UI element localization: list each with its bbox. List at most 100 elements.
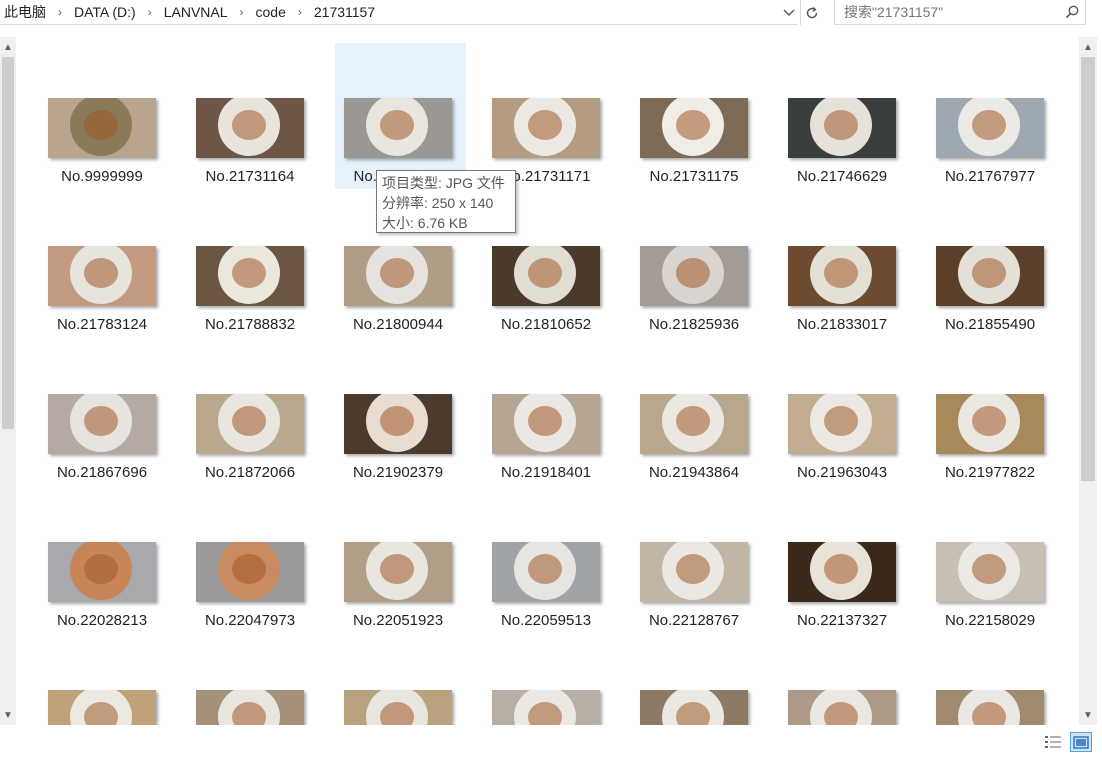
file-item[interactable]: No.22158029 xyxy=(936,542,1046,629)
address-history-dropdown[interactable] xyxy=(779,0,799,25)
file-item[interactable]: No.22137327 xyxy=(788,542,898,629)
file-name-label: No.22028213 xyxy=(56,612,148,629)
file-item[interactable]: No.22051923 xyxy=(344,542,454,629)
image-thumbnail[interactable] xyxy=(344,690,452,725)
image-thumbnail[interactable] xyxy=(640,246,748,306)
image-thumbnail[interactable] xyxy=(640,690,748,725)
image-thumbnail[interactable] xyxy=(48,690,156,725)
file-item[interactable]: No.22028213 xyxy=(48,542,158,629)
chevron-right-icon[interactable]: › xyxy=(140,5,160,19)
image-thumbnail[interactable] xyxy=(344,542,452,602)
file-item[interactable]: No.21902379 xyxy=(344,394,454,481)
file-view[interactable]: No.9999999No.21731164No.21731157No.21731… xyxy=(16,25,1079,725)
image-thumbnail[interactable] xyxy=(640,394,748,454)
image-thumbnail[interactable] xyxy=(936,690,1044,725)
image-thumbnail[interactable] xyxy=(48,394,156,454)
scroll-down-icon[interactable]: ▼ xyxy=(1079,707,1097,723)
image-thumbnail[interactable] xyxy=(196,690,304,725)
thumbnail-food xyxy=(528,702,562,725)
image-thumbnail[interactable] xyxy=(640,98,748,158)
file-item[interactable]: No.21731164 xyxy=(196,98,306,185)
file-item[interactable]: No.21943864 xyxy=(640,394,750,481)
file-item[interactable] xyxy=(936,690,1046,725)
image-thumbnail[interactable] xyxy=(48,98,156,158)
file-item[interactable]: No.21855490 xyxy=(936,246,1046,333)
file-view-scrollbar[interactable]: ▲ ▼ xyxy=(1079,37,1097,725)
file-item[interactable]: No.21833017 xyxy=(788,246,898,333)
breadcrumb-code[interactable]: code xyxy=(252,4,290,20)
refresh-button[interactable] xyxy=(800,0,823,25)
file-item[interactable]: No.22128767 xyxy=(640,542,750,629)
file-item[interactable]: No.21783124 xyxy=(48,246,158,333)
scrollbar-thumb[interactable] xyxy=(1081,57,1095,481)
image-thumbnail[interactable] xyxy=(196,246,304,306)
breadcrumb-lanvnal[interactable]: LANVNAL xyxy=(160,4,232,20)
file-item[interactable] xyxy=(344,690,454,725)
image-thumbnail[interactable] xyxy=(492,542,600,602)
image-thumbnail[interactable] xyxy=(936,98,1044,158)
search-box[interactable]: 搜索"21731157" xyxy=(834,0,1086,25)
file-name-label: No.21977822 xyxy=(944,464,1036,481)
image-thumbnail[interactable] xyxy=(344,98,452,158)
file-item[interactable]: No.22059513 xyxy=(492,542,602,629)
image-thumbnail[interactable] xyxy=(492,394,600,454)
file-item[interactable]: No.21918401 xyxy=(492,394,602,481)
scroll-up-icon[interactable]: ▲ xyxy=(0,39,16,55)
image-thumbnail[interactable] xyxy=(48,542,156,602)
file-item[interactable]: No.21867696 xyxy=(48,394,158,481)
image-thumbnail[interactable] xyxy=(936,394,1044,454)
file-item[interactable] xyxy=(492,690,602,725)
large-icons-view-button[interactable] xyxy=(1070,732,1092,752)
file-item[interactable] xyxy=(640,690,750,725)
image-thumbnail[interactable] xyxy=(196,542,304,602)
thumbnail-food xyxy=(824,110,858,140)
file-item[interactable] xyxy=(788,690,898,725)
image-thumbnail[interactable] xyxy=(788,98,896,158)
image-thumbnail[interactable] xyxy=(492,98,600,158)
details-view-icon xyxy=(1045,736,1061,748)
image-thumbnail[interactable] xyxy=(640,542,748,602)
image-thumbnail[interactable] xyxy=(788,542,896,602)
image-thumbnail[interactable] xyxy=(196,394,304,454)
image-thumbnail[interactable] xyxy=(344,246,452,306)
file-item[interactable] xyxy=(196,690,306,725)
file-item[interactable]: No.22047973 xyxy=(196,542,306,629)
file-item[interactable]: No.21810652 xyxy=(492,246,602,333)
scrollbar-thumb[interactable] xyxy=(2,57,14,429)
file-item[interactable]: No.21800944 xyxy=(344,246,454,333)
image-thumbnail[interactable] xyxy=(48,246,156,306)
details-view-button[interactable] xyxy=(1042,732,1064,752)
file-item[interactable]: No.21767977 xyxy=(936,98,1046,185)
image-thumbnail[interactable] xyxy=(788,246,896,306)
breadcrumb-this-pc[interactable]: 此电脑 xyxy=(0,2,50,22)
image-thumbnail[interactable] xyxy=(788,394,896,454)
scroll-down-icon[interactable]: ▼ xyxy=(0,707,16,723)
search-icon[interactable] xyxy=(1059,5,1085,19)
image-thumbnail[interactable] xyxy=(936,246,1044,306)
file-item[interactable]: No.21872066 xyxy=(196,394,306,481)
file-item[interactable]: No.21977822 xyxy=(936,394,1046,481)
file-item[interactable]: No.21788832 xyxy=(196,246,306,333)
file-item[interactable] xyxy=(48,690,158,725)
file-item[interactable]: No.9999999 xyxy=(48,98,158,185)
scroll-up-icon[interactable]: ▲ xyxy=(1079,39,1097,55)
image-thumbnail[interactable] xyxy=(492,690,600,725)
chevron-right-icon[interactable]: › xyxy=(232,5,252,19)
file-item[interactable]: No.21963043 xyxy=(788,394,898,481)
thumbnail-food xyxy=(380,110,414,140)
file-item[interactable]: No.21825936 xyxy=(640,246,750,333)
image-thumbnail[interactable] xyxy=(936,542,1044,602)
address-bar[interactable]: 此电脑 › DATA (D:) › LANVNAL › code › 21731… xyxy=(0,0,797,25)
file-item[interactable]: No.21746629 xyxy=(788,98,898,185)
image-thumbnail[interactable] xyxy=(344,394,452,454)
image-thumbnail[interactable] xyxy=(492,246,600,306)
image-thumbnail[interactable] xyxy=(196,98,304,158)
chevron-right-icon[interactable]: › xyxy=(290,5,310,19)
image-thumbnail[interactable] xyxy=(788,690,896,725)
navigation-pane-scrollbar[interactable]: ▲ ▼ xyxy=(0,37,16,725)
file-item[interactable]: No.21731175 xyxy=(640,98,750,185)
chevron-right-icon[interactable]: › xyxy=(50,5,70,19)
breadcrumb-current-folder[interactable]: 21731157 xyxy=(310,4,379,20)
breadcrumb-data-drive[interactable]: DATA (D:) xyxy=(70,4,140,20)
search-input[interactable]: 搜索"21731157" xyxy=(844,2,1059,22)
